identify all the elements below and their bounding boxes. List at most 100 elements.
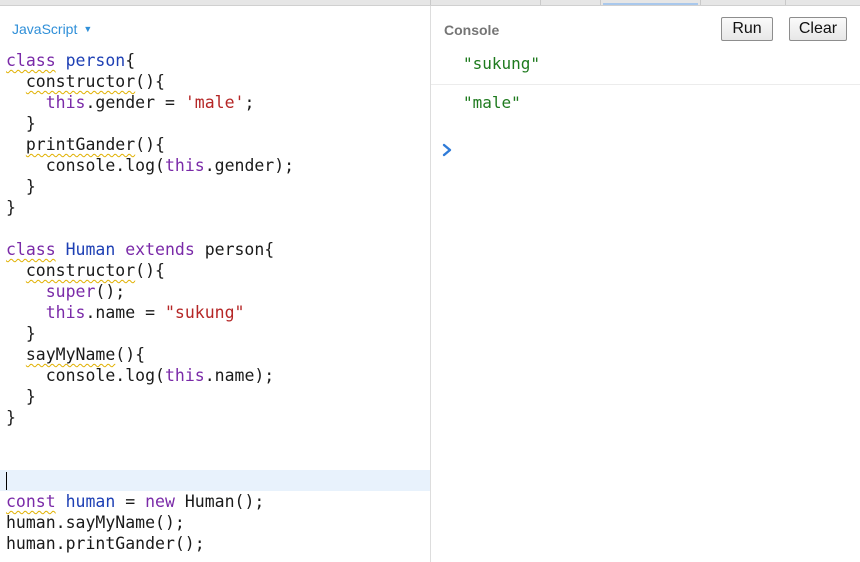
code-token: .name); bbox=[204, 366, 275, 385]
console-output-line: "sukung" bbox=[431, 46, 860, 85]
code-line[interactable]: this.name = "sukung" bbox=[0, 302, 430, 323]
code-token: Human(); bbox=[174, 492, 265, 511]
console-output-line: "male" bbox=[431, 85, 860, 123]
code-token: = bbox=[115, 492, 146, 511]
code-token: ; bbox=[244, 93, 255, 112]
chevron-right-icon[interactable] bbox=[441, 142, 455, 158]
code-line[interactable]: } bbox=[0, 407, 430, 428]
code-line[interactable]: } bbox=[0, 386, 430, 407]
code-token: } bbox=[6, 387, 36, 406]
tab-divider bbox=[430, 0, 431, 5]
code-token: class bbox=[6, 51, 56, 70]
code-area[interactable]: class person{ constructor(){ this.gender… bbox=[0, 50, 430, 554]
active-tab-indicator bbox=[603, 3, 698, 5]
caret-down-icon: ▼ bbox=[83, 24, 93, 34]
code-token: const bbox=[6, 492, 56, 511]
code-token: { bbox=[125, 51, 136, 70]
code-token: (){ bbox=[135, 261, 165, 280]
code-token: new bbox=[145, 492, 175, 511]
code-token: } bbox=[6, 324, 36, 343]
console-title: Console bbox=[444, 22, 500, 38]
code-token: } bbox=[6, 114, 36, 133]
code-token: this bbox=[164, 156, 205, 175]
code-token: (){ bbox=[135, 72, 165, 91]
code-token: super bbox=[45, 282, 96, 301]
code-token: } bbox=[6, 198, 16, 217]
code-token: sayMyName bbox=[25, 345, 116, 364]
code-line[interactable] bbox=[0, 218, 430, 239]
code-editor-pane[interactable]: JavaScript ▼ class person{ constructor(){… bbox=[0, 6, 431, 562]
code-line[interactable]: class Human extends person{ bbox=[0, 239, 430, 260]
code-token: person bbox=[65, 51, 126, 70]
code-token: } bbox=[6, 177, 36, 196]
code-token: person{ bbox=[194, 240, 275, 259]
tab-divider bbox=[600, 0, 601, 5]
code-line[interactable]: console.log(this.gender); bbox=[0, 155, 430, 176]
code-token: this bbox=[164, 366, 205, 385]
code-token: printGander bbox=[25, 135, 136, 154]
console-output-text: "sukung" bbox=[463, 54, 541, 73]
code-line[interactable]: class person{ bbox=[0, 50, 430, 71]
code-line[interactable]: human.printGander(); bbox=[0, 533, 430, 554]
code-token: (){ bbox=[115, 345, 146, 364]
code-token: human bbox=[65, 492, 116, 511]
code-token: "sukung" bbox=[164, 303, 245, 322]
code-line[interactable]: } bbox=[0, 323, 430, 344]
code-token: constructor bbox=[25, 72, 136, 91]
code-token: constructor bbox=[25, 261, 136, 280]
code-token: Human bbox=[65, 240, 116, 259]
code-token: (){ bbox=[135, 135, 165, 154]
code-line[interactable]: } bbox=[0, 176, 430, 197]
console-pane: Console Run Clear "sukung" "male" bbox=[431, 6, 860, 562]
language-selector[interactable]: JavaScript ▼ bbox=[12, 21, 92, 37]
code-line[interactable]: human.sayMyName(); bbox=[0, 512, 430, 533]
code-token: 'male' bbox=[184, 93, 245, 112]
code-token: console.log( bbox=[6, 366, 165, 385]
code-line-active[interactable] bbox=[0, 470, 430, 491]
code-line[interactable]: constructor(){ bbox=[0, 260, 430, 281]
tab-divider bbox=[540, 0, 541, 5]
code-token: console.log( bbox=[6, 156, 165, 175]
code-line[interactable]: } bbox=[0, 197, 430, 218]
tab-divider bbox=[700, 0, 701, 5]
code-token: .gender); bbox=[204, 156, 295, 175]
code-token: } bbox=[6, 408, 16, 427]
code-token: human.printGander(); bbox=[6, 534, 205, 553]
language-label: JavaScript bbox=[12, 21, 78, 37]
text-cursor bbox=[6, 472, 7, 490]
code-line[interactable]: sayMyName(){ bbox=[0, 344, 430, 365]
code-line[interactable] bbox=[0, 428, 430, 449]
console-output-text: "male" bbox=[463, 93, 521, 112]
run-button[interactable]: Run bbox=[721, 17, 773, 41]
clear-button[interactable]: Clear bbox=[789, 17, 847, 41]
code-token: extends bbox=[125, 240, 195, 259]
code-line[interactable]: super(); bbox=[0, 281, 430, 302]
code-token: human.sayMyName(); bbox=[6, 513, 185, 532]
tab-divider bbox=[785, 0, 786, 5]
code-line[interactable]: const human = new Human(); bbox=[0, 491, 430, 512]
code-line[interactable] bbox=[0, 449, 430, 470]
code-token: class bbox=[6, 240, 56, 259]
code-token: .gender = bbox=[85, 93, 185, 112]
code-token: (); bbox=[95, 282, 126, 301]
code-line[interactable]: } bbox=[0, 113, 430, 134]
code-line[interactable]: console.log(this.name); bbox=[0, 365, 430, 386]
code-token: this bbox=[45, 93, 86, 112]
code-line[interactable]: this.gender = 'male'; bbox=[0, 92, 430, 113]
prompt-chevron-svg bbox=[442, 143, 452, 157]
code-line[interactable]: printGander(){ bbox=[0, 134, 430, 155]
code-token: this bbox=[45, 303, 86, 322]
code-token: .name = bbox=[85, 303, 165, 322]
code-line[interactable]: constructor(){ bbox=[0, 71, 430, 92]
